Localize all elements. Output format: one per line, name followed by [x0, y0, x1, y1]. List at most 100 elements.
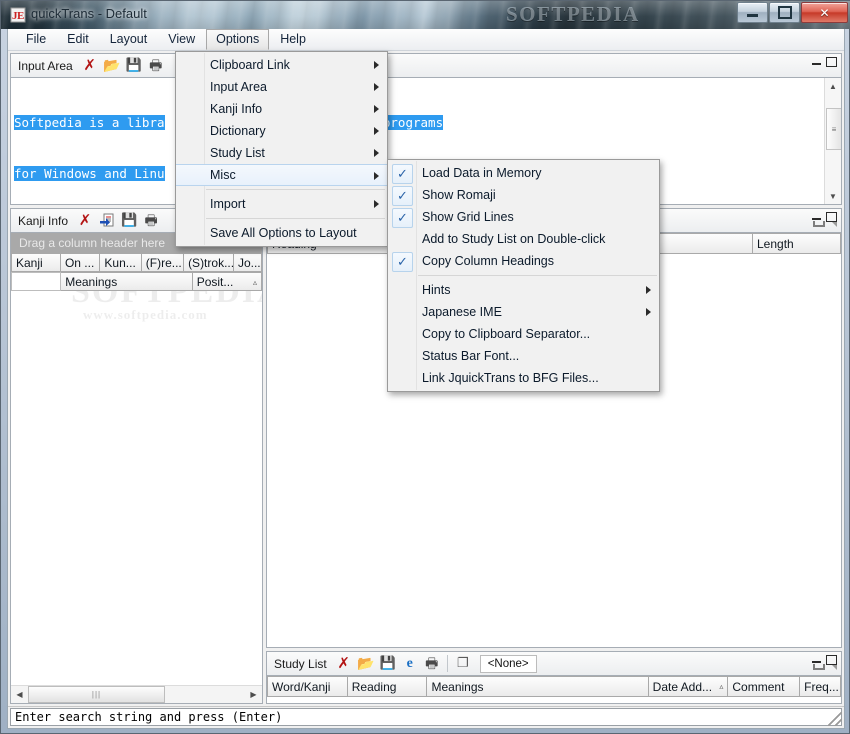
panel-collapse-icon[interactable]	[832, 222, 837, 227]
chevron-right-icon	[374, 127, 379, 135]
panel-maximize-icon[interactable]	[826, 57, 837, 67]
menu-edit[interactable]: Edit	[57, 29, 99, 50]
column-meanings[interactable]: Meanings	[427, 676, 649, 697]
chevron-right-icon	[646, 308, 651, 316]
menu-help[interactable]: Help	[270, 29, 316, 50]
open-folder-icon[interactable]: 📂	[355, 654, 377, 674]
close-button[interactable]: ✕	[801, 2, 848, 23]
sort-ascending-icon: ▵	[719, 682, 724, 691]
menu-item-show-romaji[interactable]: ✓ Show Romaji	[388, 184, 659, 206]
menu-item-label: Copy to Clipboard Separator...	[422, 327, 591, 341]
print-icon[interactable]: 🖶	[421, 654, 443, 674]
copy-icon[interactable]: ❐	[452, 654, 474, 674]
panel-collapse-icon[interactable]	[832, 665, 837, 670]
misc-submenu[interactable]: ✓ Load Data in Memory ✓ Show Romaji ✓ Sh…	[387, 159, 660, 392]
study-list-header: Study List ✗ 📂 💾 e 🖶 ❐ <None>	[266, 651, 842, 675]
menu-item-copy-column-headings[interactable]: ✓ Copy Column Headings	[388, 250, 659, 272]
study-list-body: Word/Kanji Reading Meanings Date Add... …	[266, 675, 842, 704]
menu-options[interactable]: Options	[206, 29, 270, 50]
menu-item-show-grid-lines[interactable]: ✓ Show Grid Lines	[388, 206, 659, 228]
column-on[interactable]: On ...	[60, 253, 101, 272]
menu-item-study-list[interactable]: Study List	[176, 142, 387, 164]
menu-item-input-area[interactable]: Input Area	[176, 76, 387, 98]
selected-list-box[interactable]: <None>	[479, 654, 537, 673]
menu-view[interactable]: View	[158, 29, 205, 50]
status-bar: Enter search string and press (Enter)	[8, 706, 844, 728]
column-frequency[interactable]: (F)re...	[141, 253, 185, 272]
open-folder-icon[interactable]: 📂	[101, 56, 123, 76]
menu-file[interactable]: File	[16, 29, 56, 50]
scroll-thumb[interactable]: |||	[28, 686, 165, 703]
softpedia-watermark: SOFTPEDIA	[506, 2, 640, 26]
menu-item-clipboard-link[interactable]: Clipboard Link	[176, 54, 387, 76]
study-list-restore-controls	[813, 664, 837, 670]
save-icon[interactable]: 💾	[123, 56, 145, 76]
input-area-vertical-scrollbar[interactable]: ▲ ≡ ▼	[824, 78, 841, 204]
checkmark-icon: ✓	[392, 252, 413, 272]
print-icon[interactable]: 🖶	[145, 56, 167, 76]
minimize-button[interactable]	[737, 2, 768, 23]
menu-item-misc[interactable]: Misc	[176, 164, 387, 186]
menu-item-label: Show Romaji	[422, 188, 496, 202]
menu-item-status-bar-font[interactable]: Status Bar Font...	[388, 345, 659, 367]
column-length[interactable]: Length	[753, 233, 841, 254]
print-icon[interactable]: 🖶	[140, 211, 162, 231]
menu-item-import[interactable]: Import	[176, 193, 387, 215]
title-bar[interactable]: SOFTPEDIA J E quickTrans - Default ✕	[1, 1, 850, 29]
menu-item-add-to-study-list-on-double-click[interactable]: Add to Study List on Double-click	[388, 228, 659, 250]
checkmark-icon: ✓	[392, 186, 413, 206]
options-dropdown-menu[interactable]: Clipboard Link Input Area Kanji Info Dic…	[175, 51, 388, 247]
column-kanji[interactable]: Kanji	[11, 253, 61, 272]
column-strokes[interactable]: (S)trok...	[184, 253, 234, 272]
column-kun[interactable]: Kun...	[100, 253, 142, 272]
browser-icon[interactable]: e	[399, 654, 421, 674]
menu-item-save-all-options-to-layout[interactable]: Save All Options to Layout	[176, 222, 387, 244]
menu-item-label: Save All Options to Layout	[210, 226, 357, 240]
export-icon[interactable]	[96, 211, 118, 231]
input-line: Softpedia is a libra	[14, 115, 165, 130]
menu-item-label: Link JquickTrans to BFG Files...	[422, 371, 599, 385]
panel-minimize-icon[interactable]	[812, 218, 821, 220]
toolbar-separator	[446, 655, 448, 672]
menu-item-link-jquicktrans-to-bfg-files[interactable]: Link JquickTrans to BFG Files...	[388, 367, 659, 389]
scroll-thumb[interactable]: ≡	[826, 108, 841, 150]
column-position[interactable]: Posit... ▵	[192, 272, 262, 291]
menu-item-load-data-in-memory[interactable]: ✓ Load Data in Memory	[388, 162, 659, 184]
menu-item-japanese-ime[interactable]: Japanese IME	[388, 301, 659, 323]
menu-item-label: Load Data in Memory	[422, 166, 542, 180]
delete-icon[interactable]: ✗	[79, 56, 101, 76]
window-frame: SOFTPEDIA J E quickTrans - Default ✕ Fil…	[0, 0, 850, 734]
menu-item-label: Misc	[210, 168, 236, 182]
panel-minimize-icon[interactable]	[812, 661, 821, 663]
column-frequency[interactable]: Freq...	[800, 676, 841, 697]
kanji-info-horizontal-scrollbar[interactable]: ◀ ||| ▶	[11, 685, 262, 703]
menu-item-label: Dictionary	[210, 124, 266, 138]
menu-layout[interactable]: Layout	[100, 29, 158, 50]
column-reading[interactable]: Reading	[347, 676, 428, 697]
resize-grip[interactable]	[828, 712, 842, 726]
scroll-up-icon[interactable]: ▲	[825, 78, 841, 94]
status-bar-text[interactable]: Enter search string and press (Enter)	[10, 708, 842, 726]
menu-item-hints[interactable]: Hints	[388, 279, 659, 301]
maximize-button[interactable]	[769, 2, 800, 23]
chevron-right-icon	[646, 286, 651, 294]
delete-icon[interactable]: ✗	[74, 211, 96, 231]
menu-separator	[418, 275, 657, 276]
column-word-kanji[interactable]: Word/Kanji	[267, 676, 348, 697]
panel-restore-icon[interactable]	[813, 221, 825, 227]
save-icon[interactable]: 💾	[118, 211, 140, 231]
menu-item-kanji-info[interactable]: Kanji Info	[176, 98, 387, 120]
column-jouyou[interactable]: Jo...	[233, 253, 262, 272]
column-date-added[interactable]: Date Add... ▵	[648, 676, 729, 697]
column-comment[interactable]: Comment	[728, 676, 801, 697]
scroll-down-icon[interactable]: ▼	[825, 188, 841, 204]
scroll-right-icon[interactable]: ▶	[245, 687, 262, 703]
scroll-left-icon[interactable]: ◀	[11, 687, 28, 703]
save-icon[interactable]: 💾	[377, 654, 399, 674]
menu-item-copy-to-clipboard-separator[interactable]: Copy to Clipboard Separator...	[388, 323, 659, 345]
menu-item-dictionary[interactable]: Dictionary	[176, 120, 387, 142]
column-meanings[interactable]: Meanings	[61, 272, 193, 291]
panel-restore-icon[interactable]	[813, 664, 825, 670]
panel-minimize-icon[interactable]	[812, 63, 821, 65]
delete-icon[interactable]: ✗	[333, 654, 355, 674]
